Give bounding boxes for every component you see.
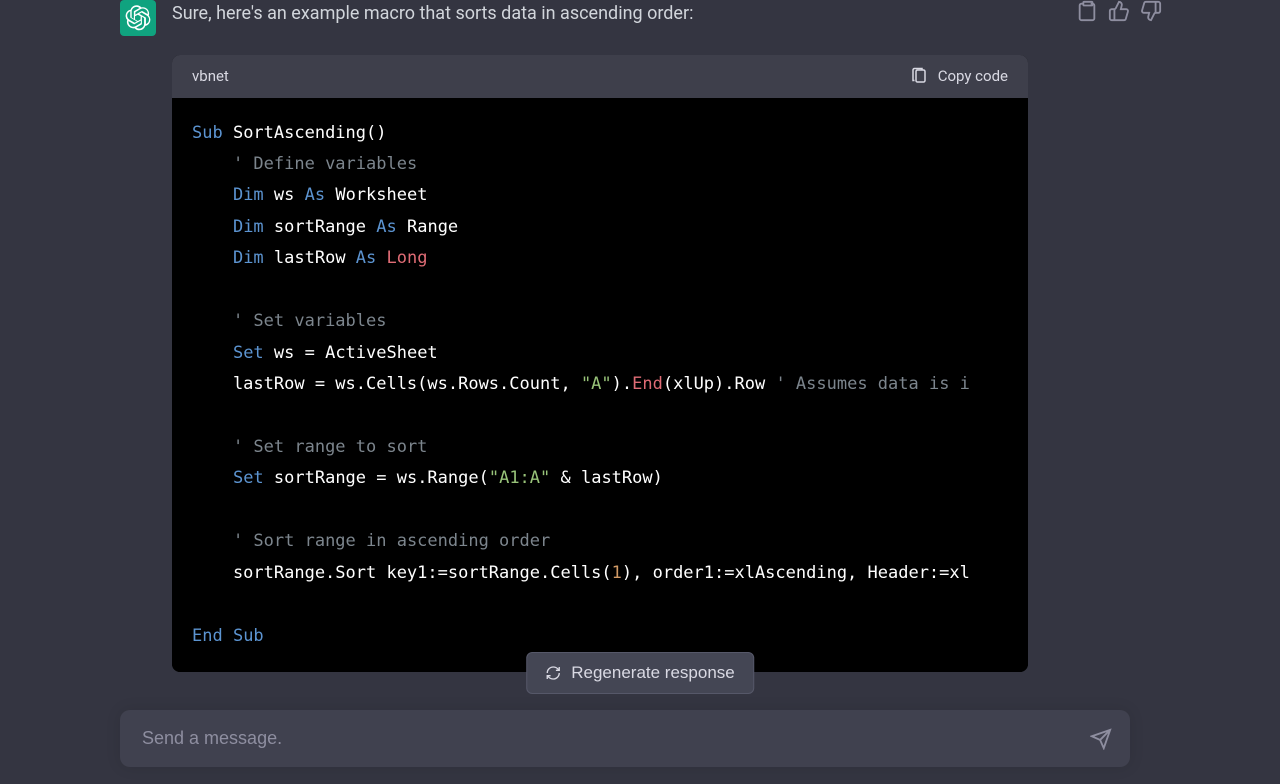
code-block: vbnet Copy code Sub SortAscending() ' De… xyxy=(172,55,1028,672)
message-input-bar[interactable] xyxy=(120,710,1130,767)
code-header: vbnet Copy code xyxy=(172,55,1028,98)
message-content: Sure, here's an example macro that sorts… xyxy=(172,0,1092,672)
copy-code-label: Copy code xyxy=(938,65,1008,88)
send-icon[interactable] xyxy=(1090,728,1112,750)
copy-code-button[interactable]: Copy code xyxy=(910,65,1008,88)
code-language: vbnet xyxy=(192,65,229,88)
clipboard-icon[interactable] xyxy=(1076,0,1098,22)
thumbs-down-icon[interactable] xyxy=(1140,0,1162,22)
chatgpt-icon xyxy=(125,5,151,31)
assistant-message-row: Sure, here's an example macro that sorts… xyxy=(0,0,1280,672)
regenerate-button[interactable]: Regenerate response xyxy=(526,652,754,694)
message-input[interactable] xyxy=(142,728,1080,749)
clipboard-icon xyxy=(910,67,928,85)
refresh-icon xyxy=(545,665,561,681)
message-actions xyxy=(1076,0,1162,22)
regenerate-label: Regenerate response xyxy=(571,663,735,683)
message-text: Sure, here's an example macro that sorts… xyxy=(172,0,1092,27)
thumbs-up-icon[interactable] xyxy=(1108,0,1130,22)
code-body: Sub SortAscending() ' Define variables D… xyxy=(172,98,1028,672)
assistant-avatar xyxy=(120,0,156,36)
